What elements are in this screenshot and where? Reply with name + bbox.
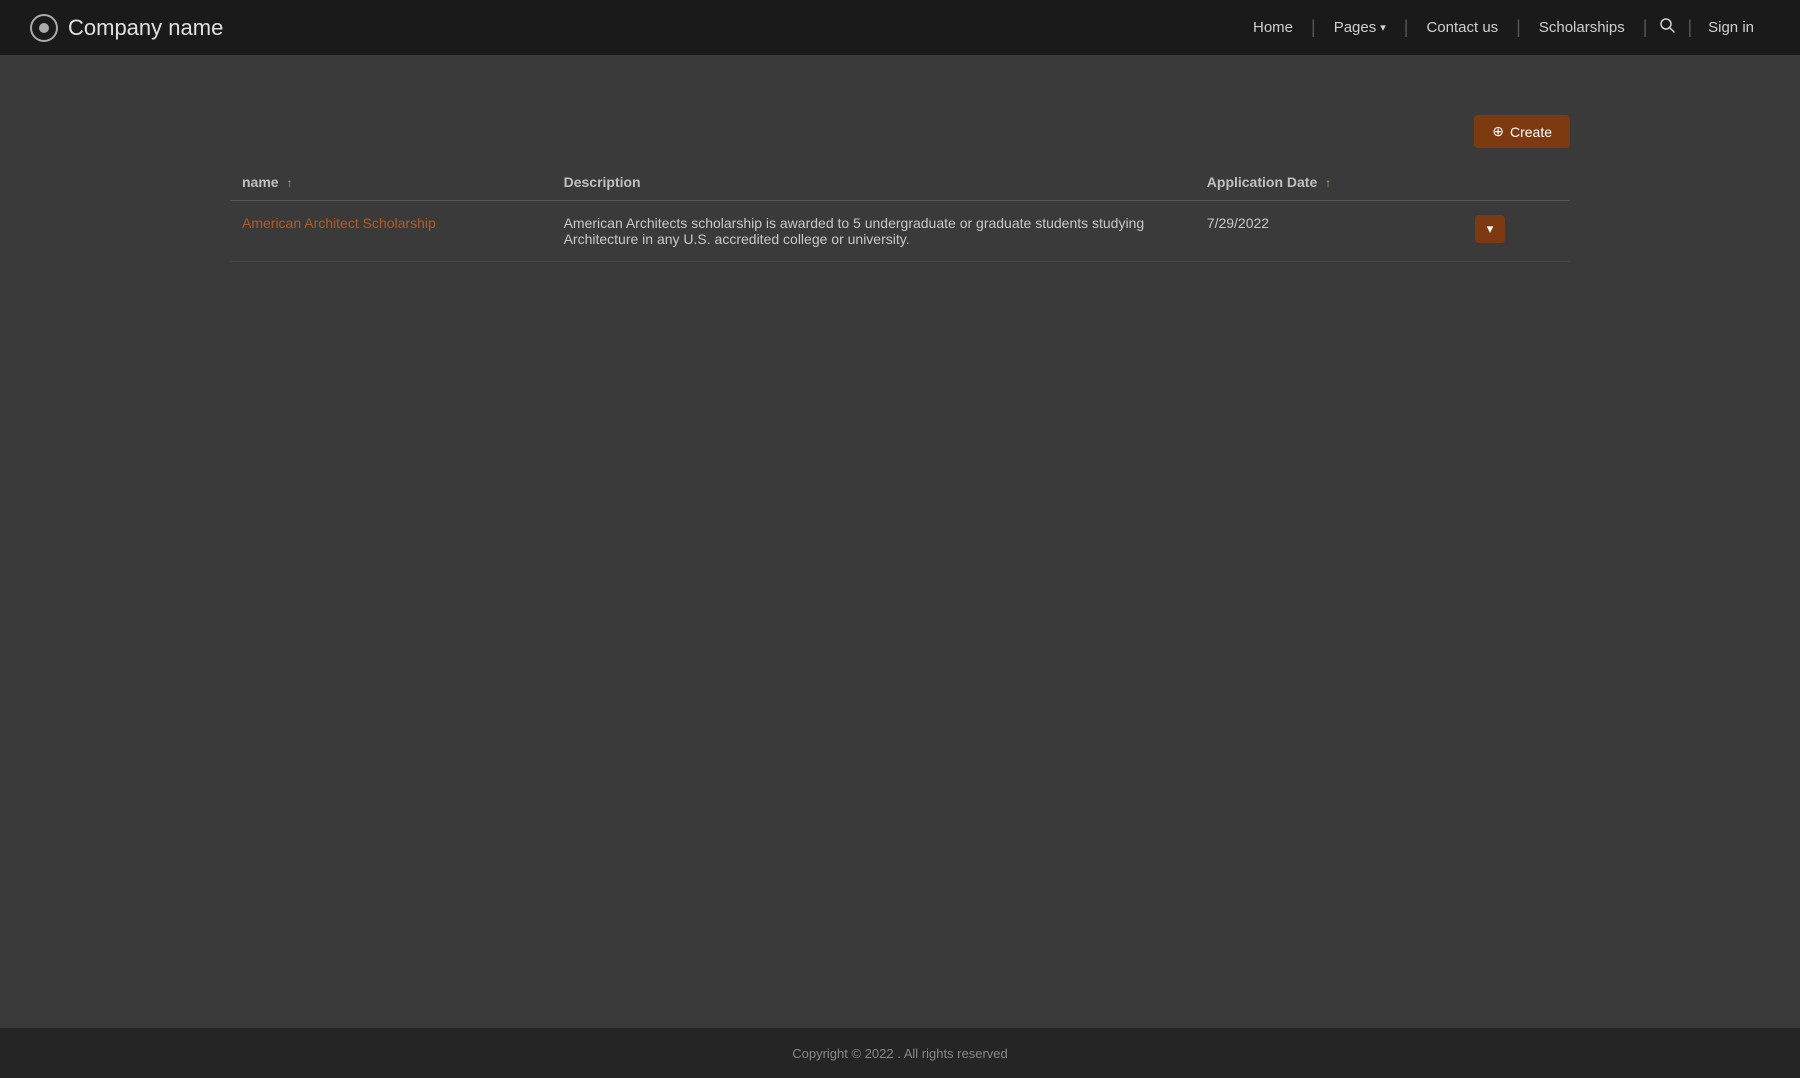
nav-pages[interactable]: Pages ▾ [1316, 19, 1404, 36]
toolbar: ⊕ Create [230, 115, 1570, 148]
sort-icon-date: ↑ [1325, 176, 1331, 190]
scholarship-name[interactable]: American Architect Scholarship [230, 201, 552, 262]
chevron-down-icon: ▾ [1487, 221, 1494, 237]
pages-dropdown-icon: ▾ [1380, 21, 1386, 34]
plus-icon: ⊕ [1492, 123, 1504, 140]
col-header-name[interactable]: name ↑ [230, 164, 552, 201]
col-header-date[interactable]: Application Date ↑ [1195, 164, 1463, 201]
create-button[interactable]: ⊕ Create [1474, 115, 1570, 148]
table-row: American Architect Scholarship American … [230, 201, 1570, 262]
nav-links: Home | Pages ▾ | Contact us | Scholarshi… [1235, 17, 1770, 38]
scholarship-description: American Architects scholarship is award… [552, 201, 1195, 262]
search-button[interactable] [1647, 17, 1687, 38]
nav-home[interactable]: Home [1235, 19, 1311, 36]
brand-title: Company name [68, 15, 223, 41]
table-body: American Architect Scholarship American … [230, 201, 1570, 262]
brand[interactable]: Company name [30, 14, 223, 42]
navbar: Company name Home | Pages ▾ | Contact us… [0, 0, 1800, 55]
col-header-description: Description [552, 164, 1195, 201]
brand-icon [30, 14, 58, 42]
search-icon [1659, 17, 1675, 33]
footer: Copyright © 2022 . All rights reserved [0, 1028, 1800, 1078]
create-label: Create [1510, 124, 1552, 140]
table-header-row: name ↑ Description Application Date ↑ [230, 164, 1570, 201]
copyright-text: Copyright © 2022 . All rights reserved [792, 1046, 1008, 1061]
scholarship-date: 7/29/2022 [1195, 201, 1463, 262]
nav-signin[interactable]: Sign in [1692, 19, 1770, 36]
nav-contact[interactable]: Contact us [1408, 19, 1516, 36]
main-content: ⊕ Create name ↑ Description Application … [0, 55, 1800, 1028]
action-dropdown-button[interactable]: ▾ [1475, 215, 1506, 243]
sort-icon-name: ↑ [286, 176, 292, 190]
scholarship-actions: ▾ [1463, 201, 1570, 262]
scholarships-table: name ↑ Description Application Date ↑ Am… [230, 164, 1570, 262]
col-header-actions [1463, 164, 1570, 201]
nav-scholarships[interactable]: Scholarships [1521, 19, 1643, 36]
table-header: name ↑ Description Application Date ↑ [230, 164, 1570, 201]
